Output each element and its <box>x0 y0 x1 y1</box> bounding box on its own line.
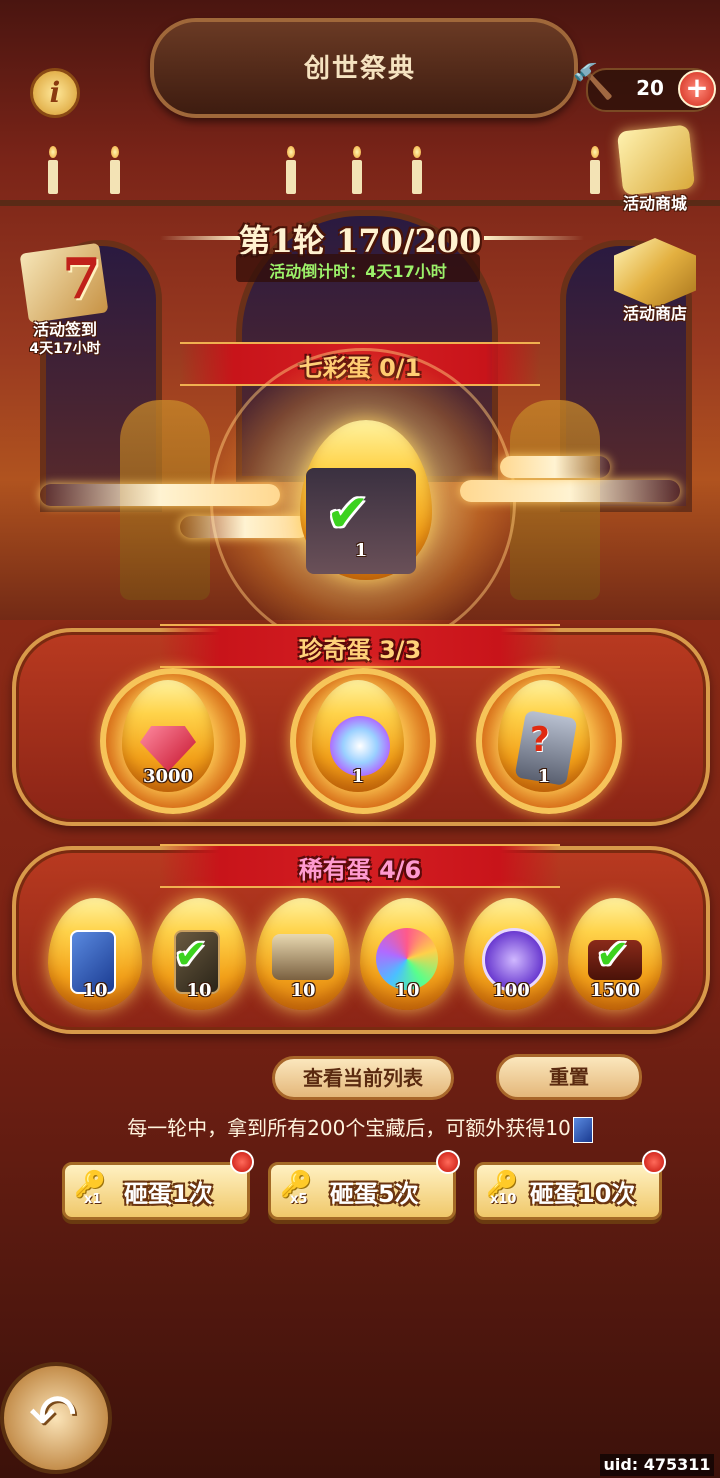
candle-flame <box>49 146 57 158</box>
key-multiplier: x5 <box>290 1192 308 1207</box>
key-multiplier: x1 <box>84 1192 102 1207</box>
treasure-tier-label: 珍奇蛋 3/3 <box>298 636 422 664</box>
cloud <box>500 456 610 478</box>
view-list-button[interactable]: 查看当前列表 <box>272 1056 454 1100</box>
prize-quantity: 1500 <box>589 980 641 1001</box>
mall-button-label[interactable]: 活动商城 <box>600 190 710 214</box>
prize-quantity: 10 <box>82 980 108 1001</box>
add-currency-button[interactable]: + <box>678 70 716 108</box>
notification-dot <box>642 1150 666 1174</box>
hammer-count: 20 <box>636 76 664 100</box>
reset-button[interactable]: 重置 <box>496 1054 642 1100</box>
rare-tier-label: 稀有蛋 4/6 <box>298 856 422 884</box>
prize-quantity: 10 <box>186 980 212 1001</box>
bonus-info: 每一轮中，拿到所有200个宝藏后，可额外获得10 <box>0 1112 720 1143</box>
candle <box>412 160 422 194</box>
info-icon[interactable]: i <box>30 68 80 118</box>
question-mark-icon: ? <box>530 720 550 760</box>
hammer-icon: 🔨 <box>572 62 615 102</box>
checkin-countdown: 4天17小时 <box>29 341 101 357</box>
prize-quantity: 1 <box>351 766 365 787</box>
notification-dot <box>436 1150 460 1174</box>
smash-5-label: 砸蛋5次 <box>330 1180 419 1208</box>
candle-flame <box>353 146 361 158</box>
cloud <box>180 516 310 538</box>
prize-quantity: 10 <box>290 980 316 1001</box>
key-multiplier: x10 <box>490 1192 517 1207</box>
check-icon: ✔ <box>174 932 208 978</box>
cloud <box>460 480 680 502</box>
check-icon: ✔ <box>596 932 630 978</box>
candle <box>590 160 600 194</box>
page-title: 创世祭典 <box>303 54 416 84</box>
prize-quantity: 100 <box>492 980 530 1001</box>
candle <box>48 160 58 194</box>
check-icon: ✔ <box>326 484 370 544</box>
candle <box>110 160 120 194</box>
cloud <box>40 484 280 506</box>
shop-button-label[interactable]: 活动商店 <box>600 300 710 324</box>
smash-10-label: 砸蛋10次 <box>530 1180 636 1208</box>
prize-quantity: 3000 <box>142 766 194 787</box>
candle <box>352 160 362 194</box>
event-countdown: 活动倒计时：4天17小时 <box>269 262 447 281</box>
prize-quantity: 1 <box>354 540 368 561</box>
candle-flame <box>591 146 599 158</box>
back-arrow-icon: ↶ <box>28 1381 78 1449</box>
notification-dot <box>230 1150 254 1174</box>
blue-card-icon <box>572 1116 593 1143</box>
treasure-chest-icon <box>272 934 334 980</box>
prize-quantity: 10 <box>394 980 420 1001</box>
candle-flame <box>287 146 295 158</box>
candle <box>286 160 296 194</box>
prize-quantity: 1 <box>537 766 551 787</box>
smash-1-label: 砸蛋1次 <box>124 1180 213 1208</box>
checkin-day-number: 7 <box>62 246 101 312</box>
checkin-button-label[interactable]: 活动签到 <box>10 316 120 340</box>
candle-flame <box>413 146 421 158</box>
gift-box-icon[interactable] <box>616 124 696 196</box>
candle-flame <box>111 146 119 158</box>
user-id: uid: 475311 <box>600 1454 714 1476</box>
